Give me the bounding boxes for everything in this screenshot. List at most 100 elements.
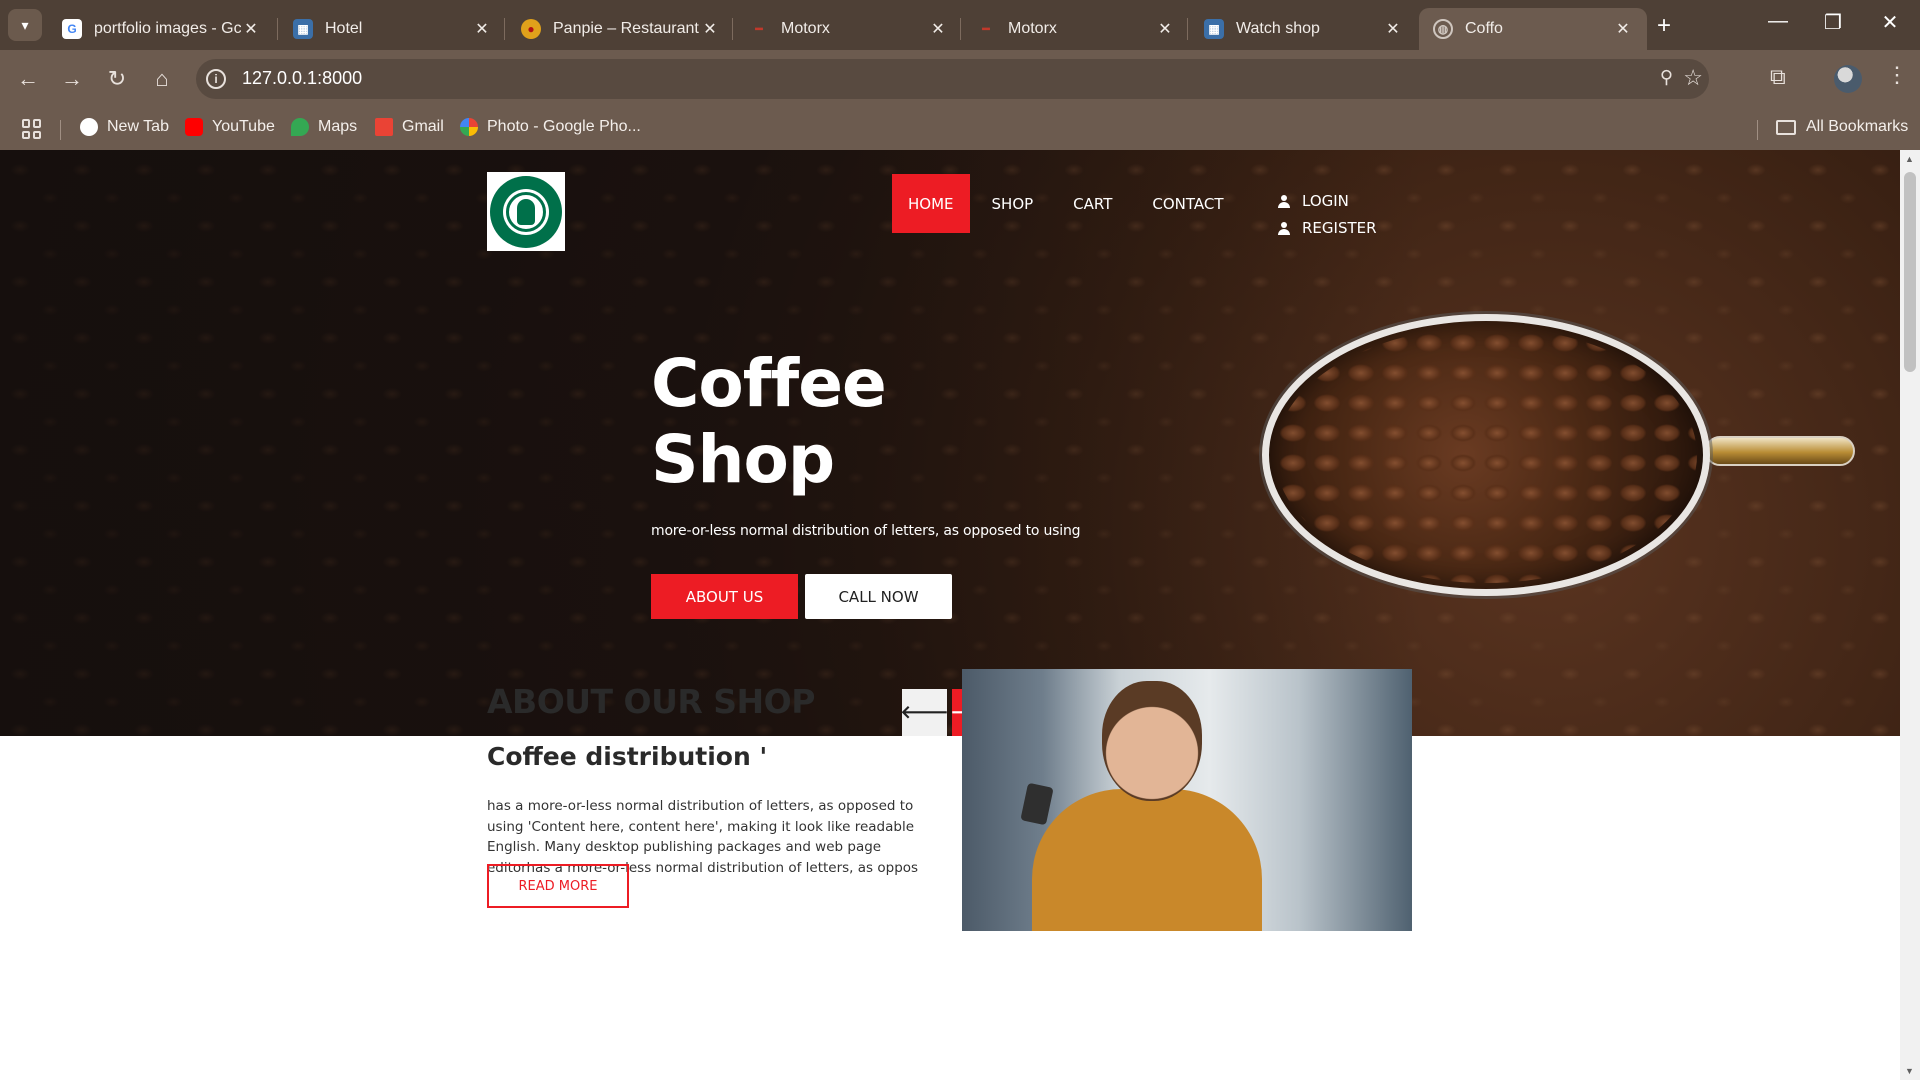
maps-icon	[291, 118, 309, 136]
profile-avatar[interactable]	[1834, 65, 1862, 93]
arrow-left-icon: ←	[17, 66, 39, 91]
url-text[interactable]: 127.0.0.1:8000	[242, 68, 362, 89]
photo-phone	[1020, 782, 1054, 826]
photo-face	[1102, 681, 1202, 801]
minimize-icon: —	[1768, 10, 1788, 32]
plus-icon: +	[1656, 12, 1671, 39]
close-icon: ✕	[1881, 12, 1899, 34]
gmail-icon	[375, 118, 393, 136]
close-tab-icon[interactable]: ✕	[1155, 19, 1175, 39]
cup-beans-image	[1275, 327, 1697, 583]
about-subheading: Coffee distribution '	[487, 742, 768, 771]
close-tab-icon[interactable]: ✕	[241, 19, 261, 39]
apps-grid-icon[interactable]	[22, 119, 42, 139]
browser-toolbar: ← → ↻ ⌂ i 127.0.0.1:8000 ⚲ ☆ ⧉ ⋮	[0, 50, 1920, 108]
reload-icon: ↻	[107, 66, 127, 91]
page-icon: ▦	[1204, 19, 1224, 39]
tab-hotel[interactable]: ▦ Hotel ✕	[279, 8, 506, 50]
minimize-button[interactable]: —	[1763, 10, 1793, 33]
tab-divider	[1187, 18, 1188, 40]
reload-button[interactable]: ↻	[102, 64, 132, 94]
page-viewport: HOME SHOP CART CONTACT LOGIN REGISTER Co…	[0, 150, 1900, 1080]
tab-motorx-2[interactable]: ━ Motorx ✕	[962, 8, 1189, 50]
close-tab-icon[interactable]: ✕	[928, 19, 948, 39]
nav-contact[interactable]: CONTACT	[1136, 174, 1239, 233]
bookmarks-bar: New Tab YouTube Maps Gmail Photo - Googl…	[0, 108, 1920, 150]
site-logo[interactable]	[487, 172, 565, 251]
zoom-icon[interactable]: ⚲	[1660, 67, 1673, 88]
hero-title: Coffee Shop	[651, 345, 887, 498]
close-tab-icon[interactable]: ✕	[1383, 19, 1403, 39]
hero-subtitle: more-or-less normal distribution of lett…	[651, 523, 1081, 539]
tab-coffo[interactable]: ◍ Coffo ✕	[1419, 8, 1647, 50]
arrow-right-icon: →	[61, 66, 83, 91]
login-link[interactable]: LOGIN	[1278, 192, 1349, 210]
tab-motorx-1[interactable]: ━ Motorx ✕	[735, 8, 962, 50]
cup-handle-image	[1705, 436, 1855, 466]
bookmark-new-tab[interactable]: New Tab	[80, 118, 169, 136]
about-heading: ABOUT OUR SHOP	[487, 682, 815, 721]
chevron-down-icon: ▾	[21, 16, 29, 33]
restore-button[interactable]: ❐	[1818, 10, 1848, 35]
bookmarks-divider	[60, 120, 61, 140]
motorx-icon: ━	[982, 22, 990, 36]
tab-divider	[504, 18, 505, 40]
read-more-button[interactable]: READ MORE	[487, 864, 629, 908]
restore-icon: ❐	[1824, 12, 1842, 34]
bookmark-maps[interactable]: Maps	[291, 118, 357, 136]
scrollbar-thumb[interactable]	[1904, 172, 1916, 372]
arrow-left-icon: 🡐	[900, 702, 949, 722]
close-tab-icon[interactable]: ✕	[700, 19, 720, 39]
hero-slider: HOME SHOP CART CONTACT LOGIN REGISTER Co…	[0, 150, 1900, 736]
close-tab-icon[interactable]: ✕	[472, 19, 492, 39]
more-menu-icon[interactable]: ⋮	[1886, 62, 1908, 88]
user-icon	[1278, 222, 1290, 235]
back-button[interactable]: ←	[13, 64, 43, 94]
slider-prev-button[interactable]: 🡐	[900, 689, 949, 736]
close-window-button[interactable]: ✕	[1875, 10, 1905, 35]
address-bar[interactable]: i 127.0.0.1:8000 ⚲ ☆	[196, 59, 1709, 99]
all-bookmarks-button[interactable]: All Bookmarks	[1776, 118, 1908, 136]
tab-strip: ▾ G portfolio images - Gc ✕ ▦ Hotel ✕ ● …	[0, 0, 1920, 50]
tab-watch-shop[interactable]: ▦ Watch shop ✕	[1190, 8, 1417, 50]
tab-panpie[interactable]: ● Panpie – Restaurant V ✕	[507, 8, 734, 50]
bookmark-youtube[interactable]: YouTube	[185, 118, 275, 136]
globe-icon: ◍	[1433, 19, 1453, 39]
tab-divider	[960, 18, 961, 40]
page-scrollbar[interactable]: ▲ ▼	[1900, 150, 1920, 1080]
new-tab-button[interactable]: +	[1650, 12, 1678, 40]
google-icon: G	[62, 19, 82, 39]
bookmark-gmail[interactable]: Gmail	[375, 118, 444, 136]
motorx-icon: ━	[755, 22, 763, 36]
nav-shop[interactable]: SHOP	[976, 174, 1050, 233]
bookmarks-divider	[1757, 120, 1758, 140]
extensions-icon[interactable]: ⧉	[1770, 64, 1786, 90]
bookmark-star-icon[interactable]: ☆	[1683, 65, 1703, 91]
photo-sweater	[1032, 789, 1262, 931]
close-tab-icon[interactable]: ✕	[1613, 19, 1633, 39]
coffee-cup-image	[1262, 314, 1710, 596]
nav-cart[interactable]: CART	[1057, 174, 1128, 233]
site-info-icon[interactable]: i	[206, 69, 226, 89]
bookmark-google-photos[interactable]: Photo - Google Pho...	[460, 118, 641, 136]
folder-icon	[1776, 119, 1796, 135]
call-now-button[interactable]: CALL NOW	[805, 574, 952, 619]
home-button[interactable]: ⌂	[147, 64, 177, 94]
photos-icon	[460, 118, 478, 136]
tab-search-button[interactable]: ▾	[8, 9, 42, 41]
nav-home[interactable]: HOME	[892, 174, 970, 233]
home-icon: ⌂	[155, 66, 169, 91]
register-link[interactable]: REGISTER	[1278, 219, 1377, 237]
forward-button[interactable]: →	[57, 64, 87, 94]
tab-divider	[732, 18, 733, 40]
starbucks-logo-icon	[490, 175, 562, 248]
about-us-button[interactable]: ABOUT US	[651, 574, 798, 619]
youtube-icon	[185, 118, 203, 136]
globe-icon	[80, 118, 98, 136]
tab-portfolio-images[interactable]: G portfolio images - Gc ✕	[48, 8, 275, 50]
user-icon	[1278, 195, 1290, 208]
scroll-up-icon[interactable]: ▲	[1905, 154, 1914, 164]
scroll-down-icon[interactable]: ▼	[1905, 1066, 1914, 1076]
page-icon: ▦	[293, 19, 313, 39]
panpie-icon: ●	[521, 19, 541, 39]
